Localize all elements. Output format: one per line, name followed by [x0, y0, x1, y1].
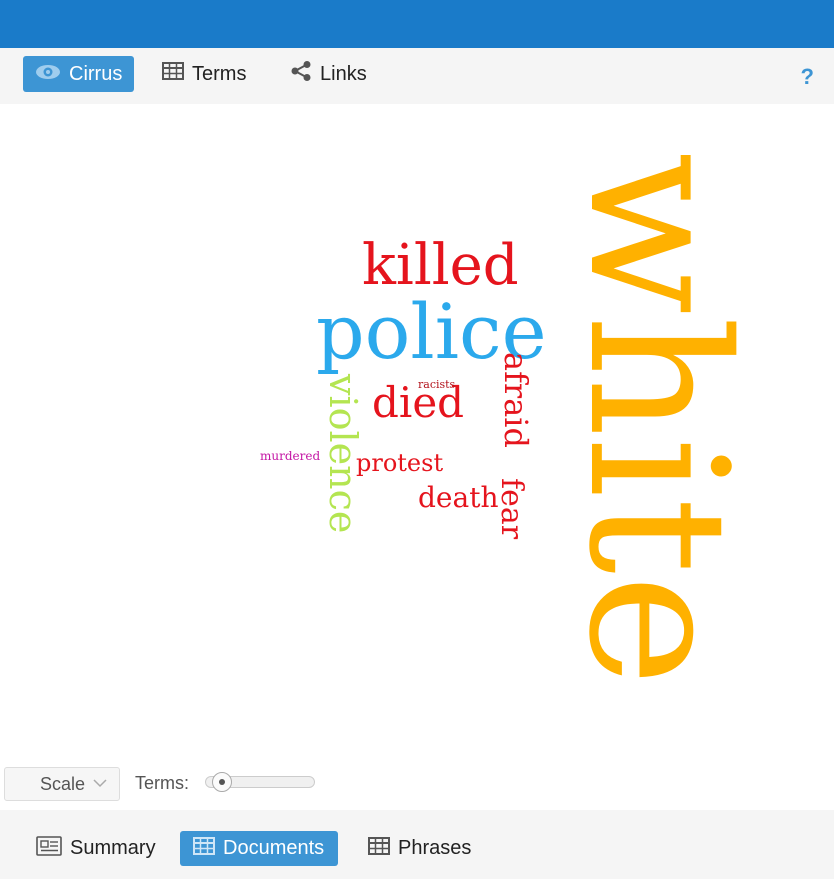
cloud-word-protest[interactable]: protest [356, 451, 443, 475]
cloud-word-fear[interactable]: fear [494, 478, 529, 539]
share-icon [290, 60, 320, 88]
cloud-word-killed[interactable]: killed [362, 238, 519, 294]
chevron-down-icon [93, 775, 107, 791]
scale-select-label: Scale [40, 773, 86, 794]
word-cloud: white killed police afraid violence died… [0, 104, 834, 764]
cloud-word-afraid[interactable]: afraid [497, 352, 535, 448]
table-icon [193, 836, 223, 861]
bottom-tab-bar: Summary Documents Phrases [0, 810, 834, 879]
terms-slider-handle[interactable] [212, 772, 233, 792]
tab-cirrus-label: Cirrus [69, 62, 123, 85]
tab-terms-label: Terms [192, 62, 247, 85]
cloud-controls: Scale Terms: [0, 764, 834, 808]
tab-phrases-label: Phrases [398, 837, 472, 859]
tab-documents-label: Documents [223, 837, 325, 859]
cloud-word-white[interactable]: white [547, 152, 768, 687]
cloud-word-death[interactable]: death [418, 484, 498, 512]
tab-phrases[interactable]: Phrases [358, 831, 481, 866]
scale-select[interactable]: Scale [4, 767, 120, 801]
tab-summary-label: Summary [70, 837, 156, 859]
tool-tab-bar: Cirrus Terms Links ? [0, 48, 834, 104]
table-icon [368, 836, 398, 861]
tab-links[interactable]: Links [278, 56, 379, 92]
terms-label: Terms: [135, 773, 189, 793]
tab-summary[interactable]: Summary [26, 831, 166, 866]
help-icon[interactable]: ? [801, 64, 814, 90]
tab-links-label: Links [320, 62, 367, 85]
tab-cirrus[interactable]: Cirrus [23, 56, 134, 92]
newspaper-icon [36, 835, 70, 862]
app-header-bar [0, 0, 834, 48]
tab-documents[interactable]: Documents [180, 831, 338, 866]
tab-terms[interactable]: Terms [150, 56, 258, 92]
table-icon [162, 62, 192, 86]
cloud-word-murdered[interactable]: murdered [260, 450, 320, 462]
eye-icon [35, 63, 69, 86]
cloud-word-racists[interactable]: racists [418, 379, 455, 390]
